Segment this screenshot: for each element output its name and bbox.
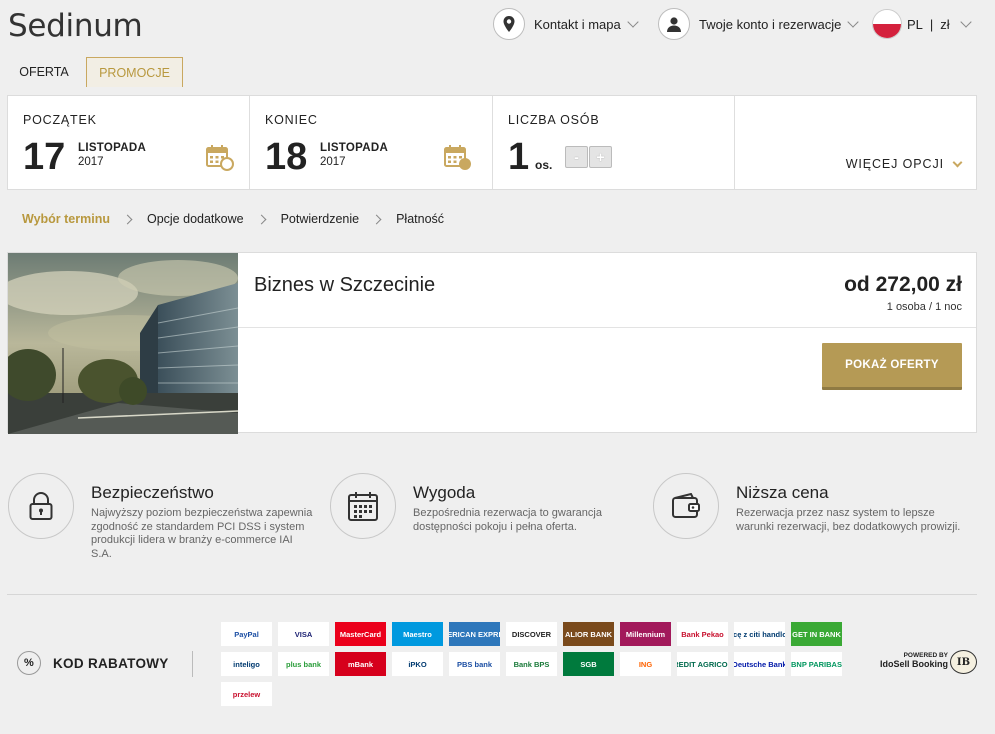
payment-methods: PayPalVISAMasterCardMaestroAMERICAN EXPR… [221,622,861,706]
tab-promocje[interactable]: PROMOCJE [86,57,183,87]
contact-map-menu[interactable]: Kontakt i mapa [493,8,639,40]
lock-icon [8,473,74,539]
payment-logo[interactable]: przelew [221,682,272,706]
end-month: LISTOPADA [320,142,389,154]
payment-logo[interactable]: Bank Pekao [677,622,728,646]
chevron-down-icon [627,15,639,28]
increase-guests-button[interactable]: + [589,146,612,168]
payment-logo[interactable]: GET IN BANK [791,622,842,646]
payment-logo[interactable]: Maestro [392,622,443,646]
feature-title: Wygoda [413,483,476,502]
breadcrumb-step-extras: Opcje dodatkowe [146,212,244,226]
guests-unit: os. [535,158,553,172]
calendar-icon[interactable] [444,144,473,177]
payment-logo[interactable]: inteligo [221,652,272,676]
contact-map-label: Kontakt i mapa [534,16,621,32]
booking-search-panel: POCZĄTEK 17 LISTOPADA 2017 KONIEC 18 LIS… [7,95,977,190]
feature-text: Najwyższy poziom bezpieczeństwa zapewnia… [91,507,313,560]
start-day: 17 [23,136,66,178]
feature-text: Rezerwacja przez nasz system to lepsze w… [736,507,961,533]
payment-logo[interactable]: ING [620,652,671,676]
payment-logo[interactable]: plus bank [278,652,329,676]
more-options-field[interactable]: WIĘCEJ OPCJI [735,96,976,189]
payment-logo[interactable]: mBank [335,652,386,676]
currency-label: zł [940,16,950,32]
offer-card: Biznes w Szczecinie od 272,00 zł 1 osoba… [7,252,977,434]
payment-logo[interactable]: PayPal [221,622,272,646]
more-options-label: WIĘCEJ OPCJI [845,157,944,171]
language-label: PL [907,16,923,32]
guests-label: LICZBA OSÓB [508,113,600,127]
wallet-icon [653,473,719,539]
separator: | [929,16,934,32]
percent-icon: % [17,651,41,675]
chevron-down-icon [847,15,860,28]
language-currency-menu[interactable]: PL | zł [872,8,972,40]
start-month: LISTOPADA [78,142,147,154]
chevron-right-icon [256,214,267,224]
payment-logo[interactable]: SGB [563,652,614,676]
start-year: 2017 [78,156,104,168]
end-date-label: KONIEC [265,113,318,127]
discount-code-label: KOD RABATOWY [53,655,169,671]
guests-count: 1 [508,136,530,178]
payment-logo[interactable]: ALIOR BANK [563,622,614,646]
payment-logo[interactable]: Deutsche Bank [734,652,785,676]
payment-logo[interactable]: VISA [278,622,329,646]
idosell-booking-label: IdoSell Booking [880,659,949,669]
payment-logo[interactable]: PBS bank [449,652,500,676]
start-date-label: POCZĄTEK [23,113,97,127]
payment-logo[interactable]: AMERICAN EXPRESS [449,622,500,646]
powered-by[interactable]: POWERED BY IdoSell Booking [880,651,948,669]
payment-logo[interactable]: Millennium [620,622,671,646]
location-pin-icon [493,8,525,40]
divider [192,651,193,677]
calendar-icon [330,473,396,539]
offer-price-note: 1 osoba / 1 noc [886,301,962,313]
account-label: Twoje konto i rezerwacje [699,16,842,32]
footer-divider [7,594,977,595]
offer-title[interactable]: Biznes w Szczecinie [254,274,435,297]
discount-code-button[interactable]: % KOD RABATOWY [17,651,169,675]
chevron-right-icon [371,214,382,224]
payment-logo[interactable]: MasterCard [335,622,386,646]
decrease-guests-button[interactable]: - [565,146,588,168]
breadcrumb: Wybór terminu Opcje dodatkowe Potwierdze… [22,212,444,226]
payment-logo[interactable]: DISCOVER [506,622,557,646]
end-day: 18 [265,136,308,178]
offer-image[interactable] [8,253,238,434]
tab-oferta[interactable]: OFERTA [8,57,80,87]
divider [238,327,976,328]
offer-price: od 272,00 zł [844,273,962,296]
breadcrumb-step-confirmation: Potwierdzenie [280,212,360,226]
account-menu[interactable]: Twoje konto i rezerwacje [658,8,860,40]
feature-title: Bezpieczeństwo [91,483,214,502]
show-offers-button[interactable]: POKAŻ OFERTY [822,343,962,390]
start-date-field[interactable]: POCZĄTEK 17 LISTOPADA 2017 [8,96,250,189]
feature-title: Niższa cena [736,483,829,502]
feature-text: Bezpośrednia rezerwacja to gwarancja dos… [413,507,602,533]
more-options-button[interactable]: WIĘCEJ OPCJI [845,157,963,171]
payment-logo[interactable]: płacę z citi handlowy [734,622,785,646]
poland-flag-icon [872,9,902,39]
end-year: 2017 [320,156,346,168]
chevron-down-icon [952,157,963,167]
payment-logo[interactable]: Bank BPS [506,652,557,676]
payment-logo[interactable]: CREDIT AGRICOLE [677,652,728,676]
idosell-seal-logo: IB [950,650,977,674]
payment-logo[interactable]: BNP PARIBAS [791,652,842,676]
breadcrumb-step-payment: Płatność [396,212,445,226]
chevron-down-icon [960,15,972,28]
chevron-right-icon [122,214,133,224]
user-icon [658,8,690,40]
end-date-field[interactable]: KONIEC 18 LISTOPADA 2017 [250,96,493,189]
site-logo[interactable]: Sedinum [8,8,143,44]
calendar-icon[interactable] [206,144,235,177]
breadcrumb-step-date[interactable]: Wybór terminu [22,212,110,226]
guests-field: LICZBA OSÓB 1 os. - + [493,96,735,189]
payment-logo[interactable]: iPKO [392,652,443,676]
